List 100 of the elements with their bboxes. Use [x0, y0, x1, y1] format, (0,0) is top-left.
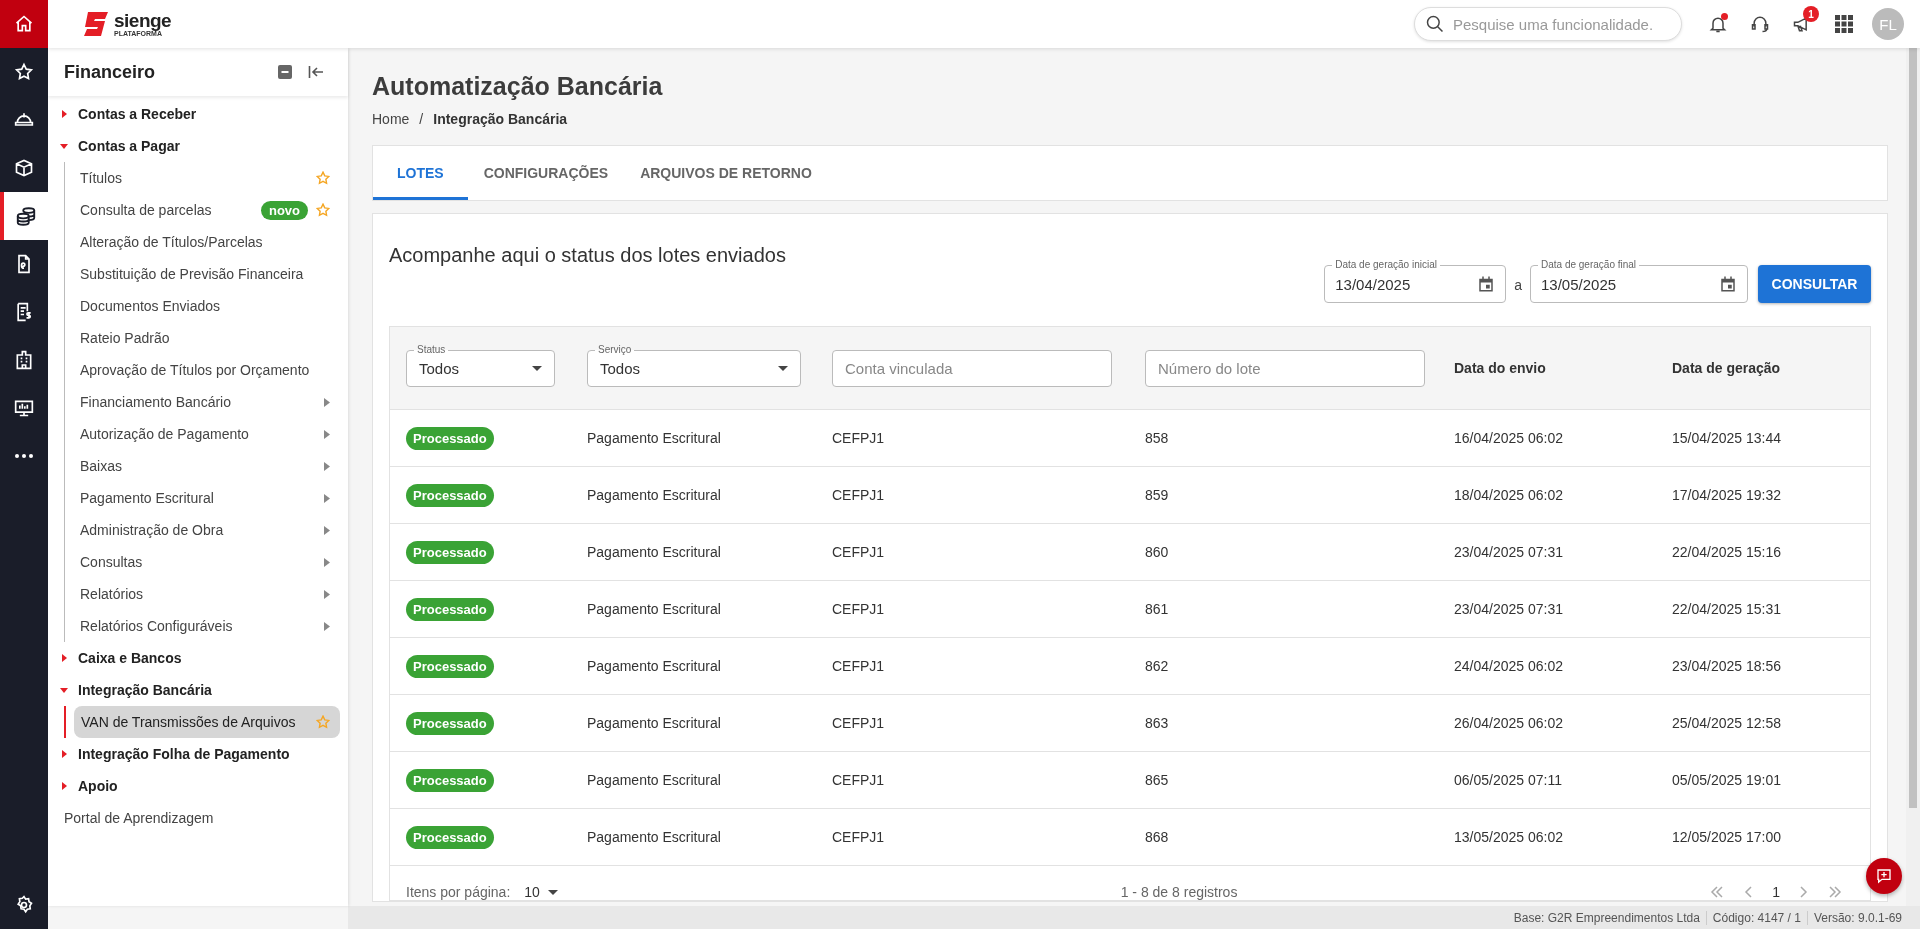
menu-item[interactable]: Administração de Obra — [73, 514, 340, 546]
menu-item[interactable]: Consultas — [73, 546, 340, 578]
caret-icon — [60, 782, 68, 790]
collapse-all-icon[interactable] — [278, 65, 292, 79]
caret-icon — [60, 654, 68, 662]
menu-link[interactable]: Portal de Aprendizagem — [48, 802, 348, 834]
table-cell-text: CEFPJ1 — [831, 544, 886, 560]
table-cell-text: 865 — [1144, 772, 1170, 788]
star-icon[interactable] — [316, 171, 330, 185]
grid-icon — [1835, 15, 1853, 33]
headset-icon — [1750, 14, 1770, 34]
table-cell-text: Pagamento Escritural — [586, 658, 722, 674]
menu-item[interactable]: Substituição de Previsão Financeira — [73, 258, 340, 290]
rail-button[interactable] — [0, 192, 48, 240]
table-cell-text: 12/05/2025 17:00 — [1671, 829, 1782, 845]
menu-item[interactable]: Autorização de Pagamento — [73, 418, 340, 450]
table-cell-text: Pagamento Escritural — [586, 772, 722, 788]
table-cell-text: CEFPJ1 — [831, 658, 886, 674]
box-icon — [14, 158, 34, 178]
scrollbar[interactable] — [1906, 48, 1920, 906]
logo-icon — [82, 11, 110, 37]
table-cell-text: Pagamento Escritural — [586, 829, 722, 845]
per-page-dropdown[interactable]: 10 — [524, 884, 558, 900]
menu-item[interactable]: Relatórios — [73, 578, 340, 610]
menu-item[interactable]: Títulos — [73, 162, 340, 194]
table-cell-text: CEFPJ1 — [831, 772, 886, 788]
menu-item[interactable]: Baixas — [73, 450, 340, 482]
breadcrumb-link[interactable]: Home — [372, 111, 410, 127]
table-cell-text: Pagamento Escritural — [586, 544, 722, 560]
section-heading: Acompanhe aqui o status dos lotes enviados — [389, 244, 786, 267]
table-cell-text: 15/04/2025 13:44 — [1671, 430, 1782, 446]
table-cell-text: CEFPJ1 — [831, 487, 886, 503]
table-cell-text: 860 — [1144, 544, 1170, 560]
tab[interactable]: CONFIGURAÇÕES — [467, 146, 625, 200]
calendar-icon — [1719, 275, 1737, 293]
tab[interactable]: LOTES — [373, 146, 468, 200]
feedback-button[interactable] — [1866, 858, 1902, 894]
menu-group[interactable]: Apoio — [48, 770, 348, 802]
table-cell-text: 13/05/2025 06:02 — [1453, 829, 1564, 845]
menu-item[interactable]: Documentos Enviados — [73, 290, 340, 322]
sidebar-title: Financeiro — [64, 61, 157, 83]
menu-item[interactable]: Alteração de Títulos/Parcelas — [73, 226, 340, 258]
new-badge: novo — [260, 200, 308, 220]
star-icon[interactable] — [316, 203, 330, 217]
table-cell-text: Pagamento Escritural — [586, 430, 722, 446]
page-number[interactable]: 1 — [1772, 884, 1780, 900]
caret-icon — [60, 686, 68, 694]
monitor-chart-icon — [14, 398, 34, 418]
table-cell-text: Pagamento Escritural — [586, 487, 722, 503]
menu-group[interactable]: Integração Bancária — [48, 674, 348, 706]
table-cell-text: 868 — [1144, 829, 1170, 845]
status-badge: Processado — [406, 768, 494, 792]
menu-item[interactable]: Aprovação de Títulos por Orçamento — [73, 354, 340, 386]
column-header: Data de geração — [1672, 360, 1781, 376]
star-icon[interactable] — [316, 715, 330, 729]
records-range: 1 - 8 de 8 registros — [1120, 884, 1238, 900]
menu-item[interactable]: VAN de Transmissões de Arquivos — [74, 706, 340, 738]
caret-icon — [60, 110, 68, 118]
count-badge: 1 — [1803, 6, 1819, 22]
menu-item[interactable]: Rateio Padrão — [73, 322, 340, 354]
filter-input[interactable]: Número do lote — [1145, 349, 1425, 387]
table-cell-text: Pagamento Escritural — [586, 601, 722, 617]
home-icon — [14, 14, 34, 34]
status-badge: Processado — [406, 540, 494, 564]
table-cell-text: 22/04/2025 15:16 — [1671, 544, 1782, 560]
menu-group[interactable]: Contas a Pagar — [48, 130, 348, 162]
search-button[interactable]: CONSULTAR — [1758, 265, 1871, 303]
table-cell-text: 859 — [1144, 487, 1170, 503]
status-badge: Processado — [406, 426, 494, 450]
table-cell-text: 05/05/2025 19:01 — [1671, 772, 1782, 788]
table-cell-text: 23/04/2025 07:31 — [1453, 544, 1564, 560]
table-cell-text: 17/04/2025 19:32 — [1671, 487, 1782, 503]
table-cell-text: CEFPJ1 — [831, 829, 886, 845]
page-title: Automatização Bancária — [372, 72, 664, 101]
collapse-sidebar-icon[interactable] — [308, 65, 324, 79]
table-cell-text: 23/04/2025 18:56 — [1671, 658, 1782, 674]
filter-input[interactable]: Conta vinculada — [832, 349, 1112, 387]
table-cell-text: 861 — [1144, 601, 1170, 617]
range-separator: a — [1514, 277, 1522, 293]
menu-item[interactable]: Pagamento Escritural — [73, 482, 340, 514]
status-text: Base: G2R Empreendimentos Ltda — [1512, 910, 1701, 925]
menu-item[interactable]: Consulta de parcelas novo — [73, 194, 340, 226]
table-cell-text: 862 — [1144, 658, 1170, 674]
table-cell-text: Pagamento Escritural — [586, 715, 722, 731]
search-field[interactable]: Pesquise uma funcionalidade. — [1414, 7, 1682, 41]
menu-item[interactable]: Relatórios Configuráveis — [73, 610, 340, 642]
status-badge: Processado — [406, 711, 494, 735]
menu-item[interactable]: Financiamento Bancário — [73, 386, 340, 418]
table-cell-text: 26/04/2025 06:02 — [1453, 715, 1564, 731]
table-cell-text: CEFPJ1 — [831, 715, 886, 731]
calendar-icon — [1477, 275, 1496, 293]
caret-icon — [60, 142, 68, 150]
tab[interactable]: ARQUIVOS DE RETORNO — [624, 146, 828, 200]
menu-group[interactable]: Caixa e Bancos — [48, 642, 348, 674]
breadcrumb-separator: / — [419, 111, 424, 127]
building-icon — [14, 350, 34, 370]
menu-group[interactable]: Contas a Receber — [48, 98, 348, 130]
settings-icon — [14, 895, 34, 915]
menu-group[interactable]: Integração Folha de Pagamento — [48, 738, 348, 770]
dropdown-caret-icon — [547, 889, 558, 895]
